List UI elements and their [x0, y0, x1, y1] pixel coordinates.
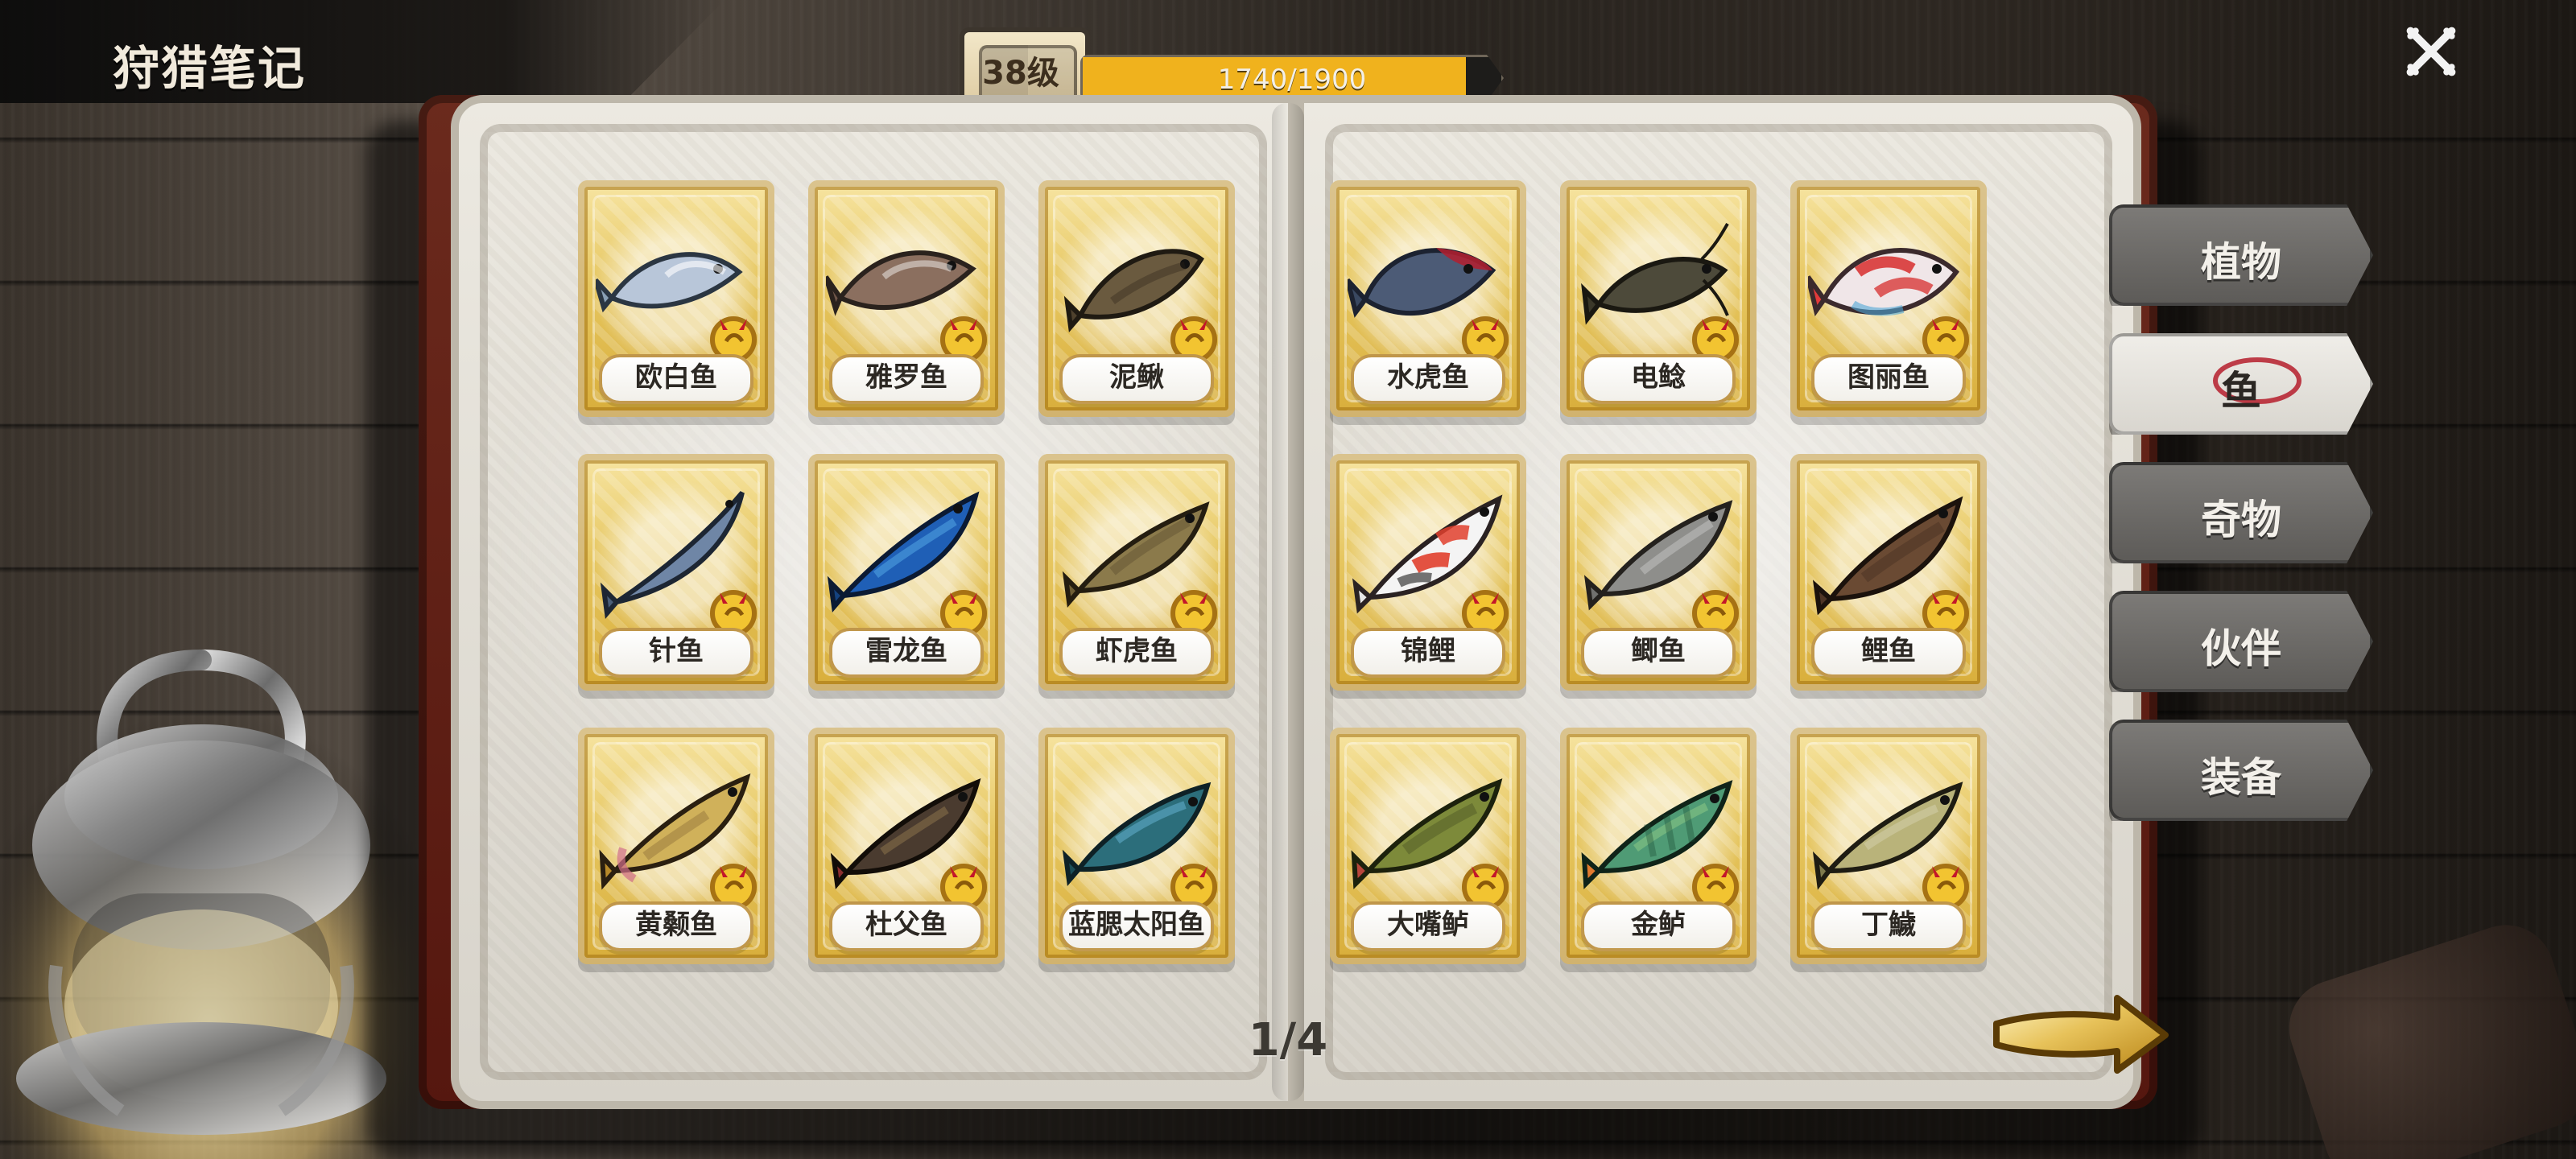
fish-name-label: 丁鱥: [1811, 901, 1966, 951]
fish-card[interactable]: 蓝腮太阳鱼: [1038, 728, 1235, 964]
game-screen: 狩猎笔记 38级 1740/1900 欧白鱼 雅罗鱼 泥鳅 水虎鱼 电鲶 图丽鱼…: [0, 0, 2576, 1159]
fish-card[interactable]: 电鲶: [1560, 180, 1757, 417]
fish-card[interactable]: 针鱼: [578, 454, 774, 691]
tab-label: 装备: [2201, 754, 2281, 801]
fish-name-label: 锦鲤: [1351, 628, 1505, 678]
tab-fish[interactable]: 鱼: [2109, 333, 2373, 435]
fish-card[interactable]: 泥鳅: [1038, 180, 1235, 417]
tab-label: 鱼: [2221, 368, 2261, 415]
fish-name-label: 泥鳅: [1059, 354, 1214, 404]
fish-card[interactable]: 黄颡鱼: [578, 728, 774, 964]
fish-name: 锦鲤: [1401, 635, 1455, 667]
tab-equipment[interactable]: 装备: [2109, 720, 2373, 821]
lantern-icon: [0, 628, 419, 1159]
fish-name: 虾虎鱼: [1096, 635, 1178, 667]
fish-card[interactable]: 大嘴鲈: [1330, 728, 1526, 964]
tab-label: 伙伴: [2201, 625, 2281, 672]
fish-card[interactable]: 鲤鱼: [1790, 454, 1987, 691]
title-banner: [0, 0, 724, 103]
fish-card[interactable]: 雷龙鱼: [808, 454, 1005, 691]
fish-name-label: 鲫鱼: [1581, 628, 1736, 678]
tab-label: 植物: [2201, 239, 2281, 286]
fish-name: 图丽鱼: [1847, 361, 1930, 394]
lantern-decoration: [0, 628, 419, 1159]
fish-name: 鲤鱼: [1861, 635, 1916, 667]
fish-card[interactable]: 欧白鱼: [578, 180, 774, 417]
fish-name: 雷龙鱼: [865, 635, 947, 667]
fish-name: 杜父鱼: [865, 909, 947, 941]
next-page-button[interactable]: [1988, 990, 2174, 1079]
tab-companions[interactable]: 伙伴: [2109, 591, 2373, 692]
fish-name-label: 鲤鱼: [1811, 628, 1966, 678]
fish-card[interactable]: 杜父鱼: [808, 728, 1005, 964]
fish-name-label: 蓝腮太阳鱼: [1059, 901, 1214, 951]
fish-card[interactable]: 锦鲤: [1330, 454, 1526, 691]
tab-label: 奇物: [2201, 497, 2281, 543]
page-title: 狩猎笔记: [113, 41, 307, 96]
fish-name: 水虎鱼: [1387, 361, 1469, 394]
fish-name: 雅罗鱼: [865, 361, 947, 394]
fish-name: 大嘴鲈: [1387, 909, 1469, 941]
fish-name: 泥鳅: [1109, 361, 1164, 394]
xp-text: 1740/1900: [1217, 64, 1367, 96]
fish-name-label: 图丽鱼: [1811, 354, 1966, 404]
fish-name: 电鲶: [1631, 361, 1686, 394]
fish-name-label: 针鱼: [599, 628, 753, 678]
arrow-right-icon: [1993, 995, 2169, 1074]
fish-name: 黄颡鱼: [635, 909, 717, 941]
fish-name-label: 杜父鱼: [829, 901, 984, 951]
fish-name-label: 电鲶: [1581, 354, 1736, 404]
fish-card[interactable]: 丁鱥: [1790, 728, 1987, 964]
fish-name-label: 金鲈: [1581, 901, 1736, 951]
fish-card[interactable]: 雅罗鱼: [808, 180, 1005, 417]
fish-card[interactable]: 水虎鱼: [1330, 180, 1526, 417]
fish-name: 金鲈: [1631, 909, 1686, 941]
fish-name-label: 雅罗鱼: [829, 354, 984, 404]
fish-name-label: 雷龙鱼: [829, 628, 984, 678]
fish-name-label: 欧白鱼: [599, 354, 753, 404]
book-spine: [1272, 103, 1304, 1101]
page-indicator: 1/4: [1248, 1014, 1328, 1066]
fish-name: 鲫鱼: [1631, 635, 1686, 667]
fish-name-label: 黄颡鱼: [599, 901, 753, 951]
fish-name: 丁鱥: [1861, 909, 1916, 941]
fish-name: 针鱼: [649, 635, 704, 667]
fish-name-label: 水虎鱼: [1351, 354, 1505, 404]
fish-name: 蓝腮太阳鱼: [1068, 909, 1205, 941]
close-button[interactable]: [2399, 19, 2463, 84]
table-object-decoration: [2277, 912, 2576, 1159]
fish-card[interactable]: 鲫鱼: [1560, 454, 1757, 691]
fish-card[interactable]: 金鲈: [1560, 728, 1757, 964]
fish-card[interactable]: 虾虎鱼: [1038, 454, 1235, 691]
tab-curios[interactable]: 奇物: [2109, 462, 2373, 563]
fish-name: 欧白鱼: [635, 361, 717, 394]
fish-name-label: 大嘴鲈: [1351, 901, 1505, 951]
fish-name-label: 虾虎鱼: [1059, 628, 1214, 678]
fish-card[interactable]: 图丽鱼: [1790, 180, 1987, 417]
level-text: 38级: [982, 55, 1059, 92]
close-icon: [2406, 27, 2456, 76]
tab-plants[interactable]: 植物: [2109, 204, 2373, 306]
